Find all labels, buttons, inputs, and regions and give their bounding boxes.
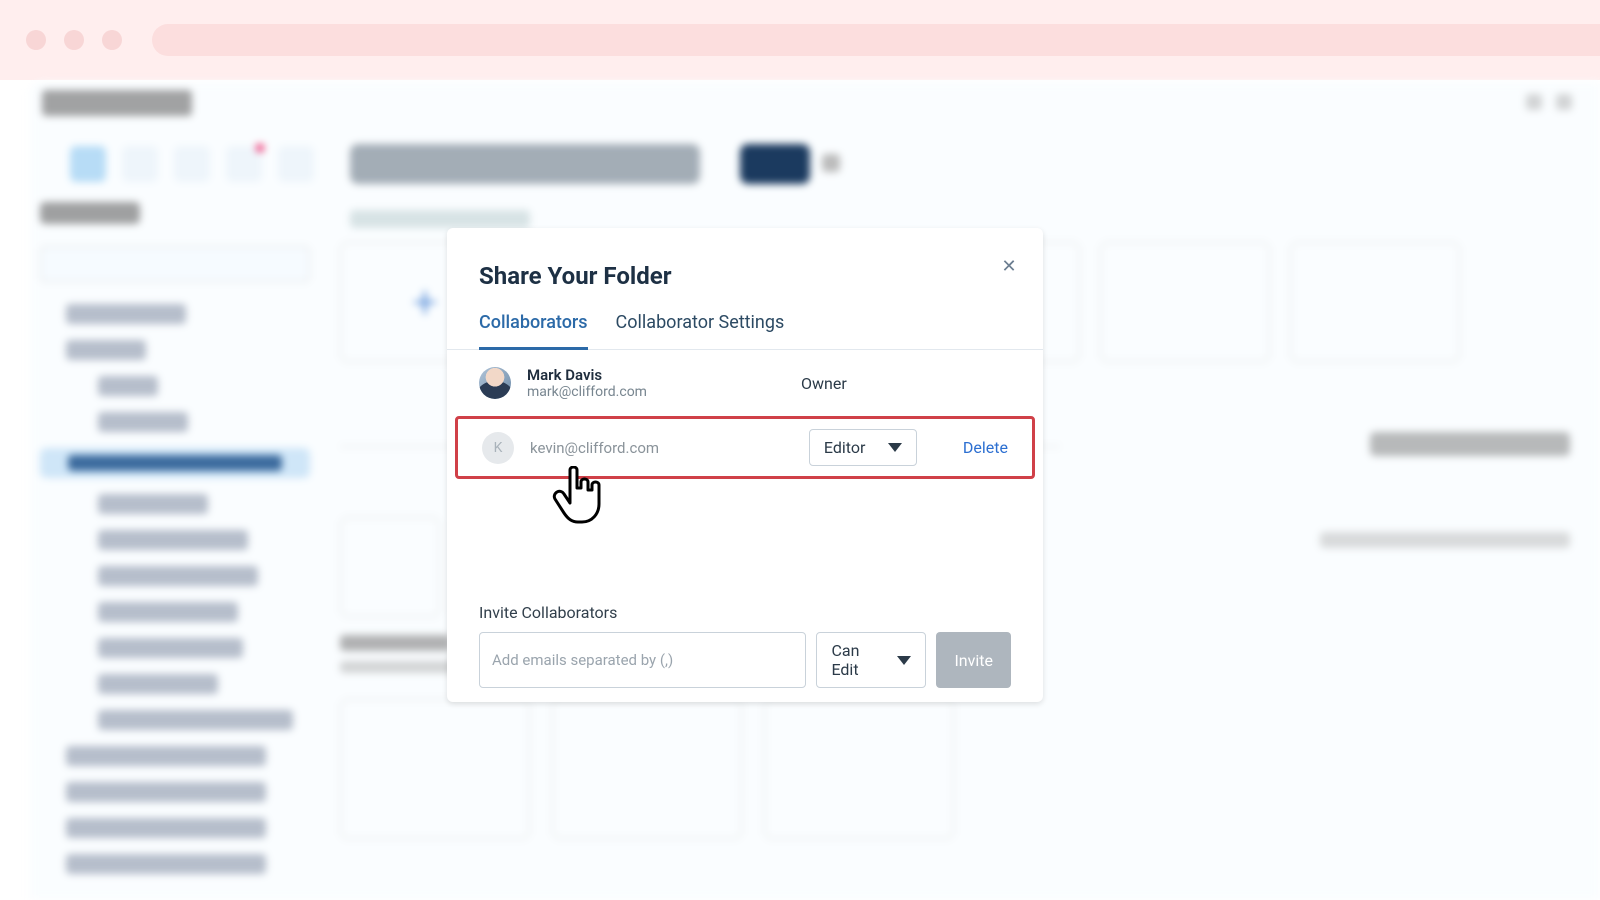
role-select-value: Editor	[824, 438, 865, 457]
modal-title: Share Your Folder	[447, 262, 1043, 290]
window-dots	[26, 30, 122, 50]
plus-icon: +	[413, 276, 438, 328]
collaborator-row-pending: K kevin@clifford.com Editor Delete	[455, 416, 1035, 479]
browser-chrome	[0, 0, 1600, 80]
invite-section: Invite Collaborators Can Edit Invite	[479, 603, 1011, 688]
toolbar-btn-2[interactable]	[122, 146, 158, 182]
sidebar-item[interactable]	[98, 494, 208, 514]
app-logo	[42, 90, 192, 116]
permission-value: Can Edit	[831, 641, 883, 679]
toolbar-btn-4[interactable]	[226, 146, 262, 182]
invite-button[interactable]: Invite	[936, 632, 1011, 688]
sidebar-item[interactable]	[98, 530, 248, 550]
modal-tabs: Collaborators Collaborator Settings	[447, 290, 1043, 350]
close-icon[interactable]: ✕	[997, 254, 1021, 278]
share-button[interactable]	[740, 144, 810, 184]
sidebar-item[interactable]	[66, 746, 266, 766]
sidebar-item[interactable]	[66, 340, 146, 360]
dot-1	[26, 30, 46, 50]
collaborator-row-owner: Mark Davis mark@clifford.com Owner	[447, 350, 1043, 416]
sidebar-item[interactable]	[98, 566, 258, 586]
chevron-down-icon	[888, 443, 902, 452]
sidebar-item[interactable]	[98, 412, 188, 432]
workspace-thumb[interactable]	[764, 699, 954, 839]
create-label	[350, 210, 530, 228]
role-select[interactable]: Editor	[809, 429, 917, 466]
dot-2	[64, 30, 84, 50]
sidebar-item[interactable]	[98, 674, 218, 694]
header-icon-1	[1526, 94, 1542, 110]
toolbar-btn-3[interactable]	[174, 146, 210, 182]
chevron-down-icon	[897, 656, 911, 665]
collaborator-name: Mark Davis	[527, 366, 785, 384]
sidebar-item[interactable]	[98, 602, 238, 622]
toolbar-btn-1[interactable]	[70, 146, 106, 182]
address-bar	[152, 24, 1600, 56]
permission-select[interactable]: Can Edit	[816, 632, 926, 688]
sidebar-item[interactable]	[98, 638, 243, 658]
delete-link[interactable]: Delete	[963, 438, 1008, 457]
dot-3	[102, 30, 122, 50]
thumb-title	[340, 635, 450, 651]
sidebar-item-selected[interactable]	[40, 448, 310, 478]
share-folder-modal: Share Your Folder ✕ Collaborators Collab…	[447, 228, 1043, 702]
workspace-thumb[interactable]	[340, 699, 530, 839]
toolbar-btn-5[interactable]	[278, 146, 314, 182]
sidebar-item[interactable]	[98, 376, 158, 396]
page-title	[350, 144, 700, 184]
invite-email-input[interactable]	[479, 632, 806, 688]
tab-collaborator-settings[interactable]: Collaborator Settings	[616, 312, 785, 349]
template-card[interactable]	[1290, 242, 1460, 362]
sidebar-item[interactable]	[66, 304, 186, 324]
header-icon-2	[1556, 94, 1572, 110]
pending-email: kevin@clifford.com	[530, 439, 793, 457]
avatar	[479, 367, 511, 399]
collaborator-email: mark@clifford.com	[527, 384, 785, 400]
sidebar-heading	[40, 202, 140, 224]
tab-collaborators[interactable]: Collaborators	[479, 312, 588, 350]
sidebar-item[interactable]	[66, 818, 266, 838]
sidebar-item[interactable]	[66, 854, 266, 874]
sidebar	[40, 202, 310, 900]
invite-title: Invite Collaborators	[479, 603, 1011, 622]
sidebar-item[interactable]	[66, 782, 266, 802]
workspace-thumb[interactable]	[340, 517, 440, 617]
share-menu-icon[interactable]	[822, 154, 840, 172]
sidebar-search[interactable]	[40, 246, 310, 282]
avatar-initial: K	[482, 432, 514, 464]
collaborator-role: Owner	[801, 374, 1011, 393]
workspace-thumb[interactable]	[552, 699, 742, 839]
sidebar-item[interactable]	[98, 710, 293, 730]
template-card[interactable]	[1100, 242, 1270, 362]
